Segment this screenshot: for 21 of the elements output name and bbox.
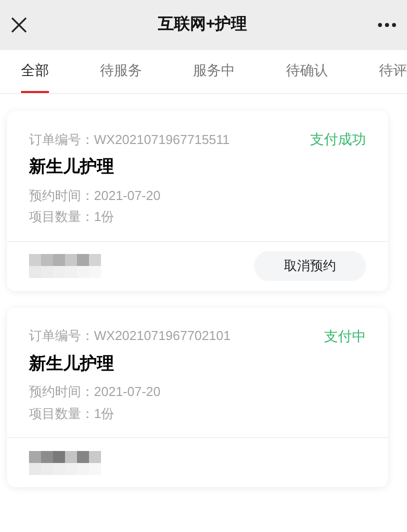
order-card[interactable]: 订单编号：WX2021071967715511 支付成功 新生儿护理 预约时间：2021-07-20 项目数量：1份 取消预约 bbox=[7, 111, 388, 290]
service-title: 新生儿护理 bbox=[29, 352, 115, 374]
order-status: 支付成功 bbox=[310, 130, 366, 149]
order-number: 订单编号：WX2021071967702101 bbox=[29, 327, 231, 346]
tab[interactable]: 待评 bbox=[379, 50, 407, 93]
order-card[interactable]: 订单编号：WX2021071967702101 支付中 新生儿护理 预约时间：2021-07-20 项目数量：1份 bbox=[7, 308, 388, 487]
tab[interactable]: 全部 bbox=[21, 50, 49, 93]
tab[interactable]: 服务中 bbox=[193, 50, 235, 93]
tab[interactable]: 待确认 bbox=[286, 50, 328, 93]
tab[interactable]: 待服务 bbox=[100, 50, 142, 93]
item-count: 项目数量：1份 bbox=[29, 208, 116, 226]
appointment-date: 预约时间：2021-07-20 bbox=[29, 383, 162, 401]
appointment-date: 预约时间：2021-07-20 bbox=[29, 186, 162, 204]
more-icon[interactable] bbox=[377, 22, 397, 28]
service-title: 新生儿护理 bbox=[29, 156, 115, 178]
close-icon[interactable] bbox=[10, 16, 28, 34]
window-title: 互联网+护理 bbox=[158, 14, 248, 35]
item-count: 项目数量：1份 bbox=[29, 404, 116, 422]
order-number: 订单编号：WX2021071967715511 bbox=[29, 130, 230, 149]
order-status: 支付中 bbox=[324, 326, 366, 346]
cancel-appointment-button[interactable]: 取消预约 bbox=[254, 251, 366, 281]
